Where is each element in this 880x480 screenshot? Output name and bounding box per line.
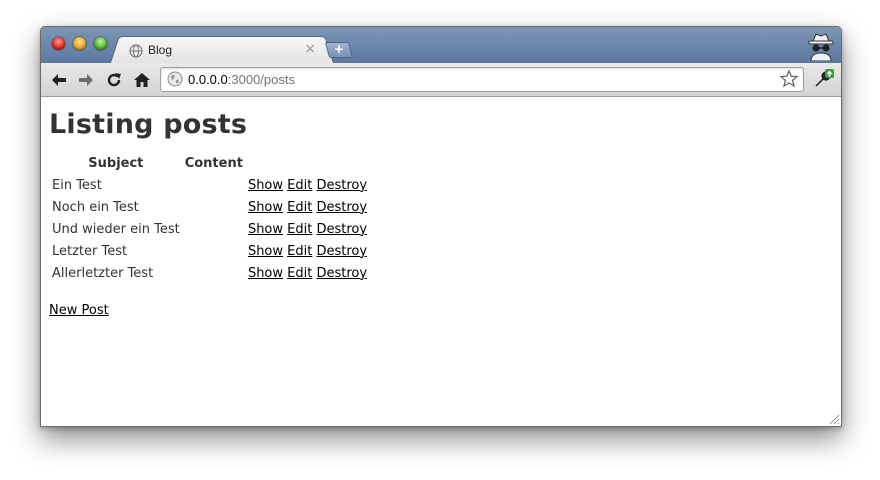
destroy-link[interactable]: Destroy [316, 244, 367, 259]
edit-link[interactable]: Edit [287, 244, 312, 259]
tab-title: Blog [148, 43, 173, 57]
post-subject: Letzter Test [52, 243, 128, 259]
forward-arrow-icon[interactable] [77, 71, 95, 89]
globe-favicon-icon [129, 44, 143, 58]
close-window-icon[interactable] [52, 37, 65, 50]
tab-close-icon[interactable]: × [304, 41, 316, 57]
posts-table: Subject Content Ein Test Show Edit Destr… [49, 151, 370, 285]
post-subject: Allerletzter Test [52, 265, 154, 281]
show-link[interactable]: Show [248, 178, 283, 193]
incognito-icon [808, 33, 834, 61]
post-subject: Und wieder ein Test [52, 221, 180, 237]
column-header-content: Content [184, 155, 243, 171]
destroy-link[interactable]: Destroy [316, 178, 367, 193]
post-content [183, 175, 245, 195]
address-bar[interactable]: 0.0.0.0:3000/posts [160, 67, 804, 92]
browser-window: Blog × + 0.0.0.0:3000/posts Listing post… [40, 26, 842, 427]
edit-link[interactable]: Edit [287, 178, 312, 193]
new-tab-plus-icon: + [333, 42, 344, 56]
page-title: Listing posts [49, 109, 248, 140]
post-content [183, 263, 245, 283]
destroy-link[interactable]: Destroy [316, 266, 367, 281]
edit-link[interactable]: Edit [287, 266, 312, 281]
browser-toolbar: 0.0.0.0:3000/posts [41, 63, 841, 97]
destroy-link[interactable]: Destroy [316, 200, 367, 215]
new-post-link[interactable]: New Post [49, 303, 109, 318]
post-subject: Noch ein Test [52, 199, 139, 215]
new-tab-button[interactable]: + [324, 42, 354, 58]
home-icon[interactable] [133, 71, 151, 89]
page-content: Listing posts Subject Content Ein Test S… [41, 97, 841, 426]
post-actions: Show Edit Destroy [248, 175, 367, 195]
table-row: Allerletzter Test Show Edit Destroy [52, 263, 367, 283]
minimize-window-icon[interactable] [73, 37, 86, 50]
back-arrow-icon[interactable] [50, 71, 68, 89]
wrench-menu-icon[interactable] [813, 68, 835, 90]
post-actions: Show Edit Destroy [248, 219, 367, 239]
post-actions: Show Edit Destroy [248, 197, 367, 217]
url-text: 0.0.0.0:3000/posts [188, 72, 295, 87]
table-row: Und wieder ein Test Show Edit Destroy [52, 219, 367, 239]
edit-link[interactable]: Edit [287, 222, 312, 237]
edit-link[interactable]: Edit [287, 200, 312, 215]
table-row: Ein Test Show Edit Destroy [52, 175, 367, 195]
show-link[interactable]: Show [248, 244, 283, 259]
column-header-actions [248, 153, 367, 173]
globe-icon [167, 71, 183, 87]
zoom-window-icon[interactable] [94, 37, 107, 50]
show-link[interactable]: Show [248, 266, 283, 281]
table-row: Letzter Test Show Edit Destroy [52, 241, 367, 261]
table-header-row: Subject Content [52, 153, 367, 173]
tab-strip: Blog × + [41, 27, 841, 64]
show-link[interactable]: Show [248, 200, 283, 215]
reload-icon[interactable] [105, 71, 123, 89]
table-row: Noch ein Test Show Edit Destroy [52, 197, 367, 217]
resize-grip-icon[interactable] [828, 413, 840, 425]
post-content [183, 241, 245, 261]
post-actions: Show Edit Destroy [248, 241, 367, 261]
tab-blog[interactable]: Blog × [121, 36, 323, 64]
post-actions: Show Edit Destroy [248, 263, 367, 283]
post-content [183, 197, 245, 217]
post-content [183, 219, 245, 239]
column-header-subject: Subject [88, 155, 144, 171]
post-subject: Ein Test [52, 177, 102, 193]
show-link[interactable]: Show [248, 222, 283, 237]
bookmark-star-icon[interactable] [779, 69, 799, 89]
destroy-link[interactable]: Destroy [316, 222, 367, 237]
